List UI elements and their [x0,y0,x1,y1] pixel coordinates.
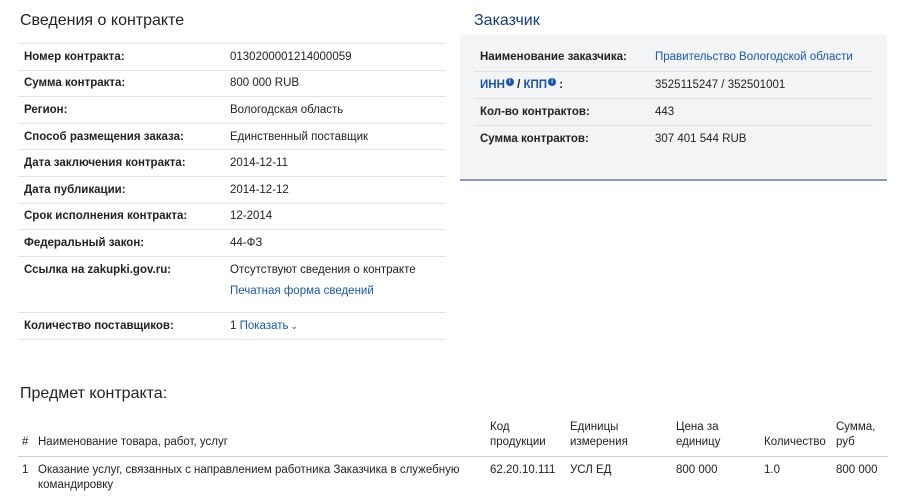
row-label: Срок исполнения контракта: [18,202,224,230]
contract-signed-date: 2014-12-11 [224,149,446,177]
customer-row-contracts-sum: Сумма контрактов: 307 401 544 RUB [474,124,872,152]
subject-header-row: # Наименование товара, работ, услуг Код … [18,420,888,457]
col-header-name: Наименование товара, работ, услуг [34,420,486,457]
col-header-price: Цена за единицу [672,420,760,457]
col-header-code: Код продукции [486,420,566,457]
contract-method: Единственный поставщик [224,122,446,150]
row-label: Дата публикации: [18,175,224,204]
contract-row-term: Срок исполнения контракта: 12-2014 [18,202,446,230]
row-label: Сумма контрактов: [474,124,649,152]
contract-row-published-date: Дата публикации: 2014-12-12 [18,175,446,204]
row-label: Ссылка на zakupki.gov.ru: [18,255,224,313]
row-label: Наименование заказчика: [480,51,627,64]
chevron-down-icon: ⌄ [290,320,299,331]
contract-row-signed-date: Дата заключения контракта: 2014-12-11 [18,149,446,177]
row-label: Федеральный закон: [18,229,224,257]
subject-table: # Наименование товара, работ, услуг Код … [18,420,888,493]
customer-row-name: Наименование заказчика: Правительство Во… [474,44,872,71]
customer-section-title: Заказчик [474,12,540,29]
customer-panel: Наименование заказчика: Правительство Во… [460,35,887,181]
contract-row-method: Способ размещения заказа: Единственный п… [18,122,446,150]
contract-row-suppliers: Количество поставщиков: 1 Показать ⌄ [18,311,446,340]
item-price: 800 000 [676,464,718,476]
item-num: 1 [22,464,29,476]
contract-row-sum: Сумма контракта: 800 000 RUB [18,69,446,97]
contract-info-table: Номер контракта: 0130200001214000059 Сум… [18,43,446,340]
show-suppliers-label: Показать [239,319,289,332]
contract-term: 12-2014 [224,202,446,230]
info-icon[interactable]: i [505,78,514,87]
contract-row-number: Номер контракта: 0130200001214000059 [18,43,446,71]
inn-kpp-colon: : [559,78,564,91]
customer-info-table: Наименование заказчика: Правительство Во… [474,44,872,152]
contract-row-link: Ссылка на zakupki.gov.ru: Отсутствуют св… [18,255,446,313]
item-unit: УСЛ ЕД [570,464,612,476]
col-header-sum: Сумма, руб [832,420,888,457]
item-code: 62.20.10.111 [490,464,556,476]
contract-row-region: Регион: Вологодская область [18,96,446,124]
row-label: Способ размещения заказа: [18,122,224,150]
contract-law: 44-ФЗ [224,229,446,257]
contract-number: 0130200001214000059 [224,43,446,71]
contract-row-law: Федеральный закон: 44-ФЗ [18,229,446,257]
contract-link-cell: Отсутствуют сведения о контракте Печатна… [224,255,446,313]
customer-row-inn-kpp: ИНН i / КПП i : 3525115247 / 352501001 [474,70,872,98]
row-label: Дата заключения контракта: [18,149,224,177]
customer-name-cell: Правительство Вологодской области [649,44,872,71]
col-header-unit: Единицы измерения [566,420,672,457]
kpp-label: КПП [523,78,548,91]
no-data-text: Отсутствуют сведения о контракте [230,263,416,276]
row-label: Кол-во контрактов: [474,97,649,125]
item-sum: 800 000 [836,464,878,476]
suppliers-cell: 1 Показать ⌄ [224,311,446,340]
row-label: Количество поставщиков: [18,311,224,340]
item-qty: 1.0 [764,464,780,476]
row-label: Регион: [18,96,224,124]
row-label: Номер контракта: [18,43,224,71]
item-name: Оказание услуг, связанных с направлением… [38,464,460,491]
contract-section-title: Сведения о контракте [20,12,185,29]
inn-kpp-value: 3525115247 / 352501001 [649,70,872,98]
col-header-num: # [18,420,34,457]
table-row: 1 Оказание услуг, связанных с направлени… [18,457,888,494]
customer-name-link[interactable]: Правительство Вологодской области [655,51,853,63]
col-header-qty: Количество [760,420,832,457]
inn-label: ИНН [480,78,505,91]
contract-sum: 800 000 RUB [224,69,446,97]
contracts-sum-value: 307 401 544 RUB [649,124,872,152]
contract-published-date: 2014-12-12 [224,175,446,204]
contract-region: Вологодская область [224,96,446,124]
row-label: Сумма контракта: [18,69,224,97]
subject-section-title: Предмет контракта: [20,385,168,402]
show-suppliers-link[interactable]: Показать ⌄ [240,320,298,332]
inn-kpp-label: ИНН i / КПП i : [474,70,649,98]
customer-row-contracts-count: Кол-во контрактов: 443 [474,97,872,125]
info-icon[interactable]: i [548,78,557,87]
print-form-link[interactable]: Печатная форма сведений [230,285,440,297]
contracts-count-value: 443 [649,97,872,125]
suppliers-count: 1 [230,319,237,332]
